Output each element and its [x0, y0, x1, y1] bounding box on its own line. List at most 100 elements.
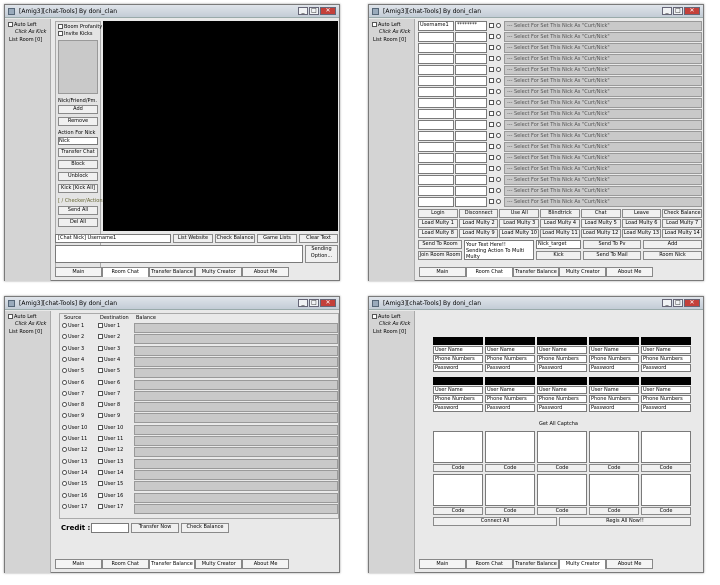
source-radio-row[interactable]: User 17	[62, 503, 87, 510]
close-button[interactable]: ✕	[684, 299, 700, 307]
phone-field[interactable]: Phone Numbers	[641, 395, 691, 403]
load-multy-button[interactable]: Load Multy 3	[499, 219, 540, 228]
tab-transfer-balance[interactable]: Transfer Balance	[512, 559, 560, 569]
code-input[interactable]: Code	[433, 507, 483, 515]
source-radio-row[interactable]: User 1	[62, 323, 84, 329]
destination-check-row[interactable]: User 5	[98, 368, 120, 374]
username-field[interactable]	[418, 54, 454, 64]
source-radio[interactable]	[62, 436, 67, 441]
select-nick-row[interactable]: --- Select For Set This Nick As "Curt/Ni…	[504, 76, 702, 86]
destination-check-row[interactable]: User 9	[98, 413, 120, 419]
password-field[interactable]	[455, 87, 487, 97]
user-name-field[interactable]: User Name	[641, 386, 691, 394]
list-room-label[interactable]: List Room [0]	[373, 37, 406, 43]
source-radio[interactable]	[62, 379, 67, 385]
auto-left-checkbox[interactable]	[372, 22, 377, 27]
select-nick-row[interactable]: --- Select For Set This Nick As "Curt/Ni…	[504, 32, 702, 42]
username-field[interactable]	[418, 87, 454, 97]
use-checkbox[interactable]	[489, 34, 494, 39]
destination-checkbox[interactable]	[98, 469, 103, 475]
add-button[interactable]: Add	[58, 105, 98, 114]
destination-checkbox[interactable]	[98, 492, 103, 498]
phone-field[interactable]: Phone Numbers	[433, 395, 483, 403]
list-room-label[interactable]: List Room [0]	[9, 329, 42, 335]
user-name-field[interactable]: User Name	[641, 346, 691, 354]
action-button-chat[interactable]: Chat	[580, 209, 621, 218]
phone-field[interactable]: Phone Numbers	[589, 395, 639, 403]
use-checkbox[interactable]	[489, 89, 494, 94]
load-multy-button[interactable]: Load Multy 12	[580, 229, 621, 238]
source-radio-row[interactable]: User 2	[62, 334, 84, 340]
invite-kicks-checkbox[interactable]	[58, 31, 63, 36]
username-field[interactable]	[418, 164, 454, 174]
credit-input[interactable]	[91, 523, 129, 533]
load-multy-button[interactable]: Load Multy 11	[540, 229, 580, 238]
password-field[interactable]: Password	[537, 364, 587, 372]
password-field[interactable]	[455, 98, 487, 108]
use-checkbox[interactable]	[489, 144, 494, 149]
destination-check-row[interactable]: User 8	[98, 402, 120, 408]
check-balance-button[interactable]: Check Balance	[181, 523, 229, 533]
action-button-leave[interactable]: Leave	[621, 209, 662, 218]
tab-room-chat[interactable]: Room Chat	[101, 559, 149, 569]
load-multy-button[interactable]: Load Multy 14	[662, 229, 702, 238]
use-checkbox[interactable]	[489, 188, 494, 193]
tab-room-chat[interactable]: Room Chat	[465, 559, 513, 569]
block-button[interactable]: Block	[58, 160, 98, 169]
phone-field[interactable]: Phone Numbers	[537, 355, 587, 363]
source-radio-row[interactable]: User 13	[62, 458, 87, 465]
user-name-field[interactable]: User Name	[537, 346, 587, 354]
source-radio[interactable]	[62, 458, 67, 464]
username-field[interactable]	[418, 76, 454, 86]
user-name-field[interactable]: User Name	[433, 346, 483, 354]
code-input[interactable]: Code	[589, 464, 639, 472]
select-nick-row[interactable]: --- Select For Set This Nick As "Curt/Ni…	[504, 142, 702, 152]
source-radio[interactable]	[62, 503, 67, 509]
select-nick-row[interactable]: --- Select For Set This Nick As "Curt/Ni…	[504, 153, 702, 163]
destination-checkbox[interactable]	[98, 368, 103, 374]
tab-transfer-balance[interactable]: Transfer Balance	[148, 559, 196, 569]
tab-transfer-balance[interactable]: Transfer Balance	[148, 267, 196, 277]
source-radio[interactable]	[62, 334, 67, 340]
code-input[interactable]: Code	[485, 507, 535, 515]
list-room-label[interactable]: List Room [0]	[9, 37, 42, 43]
source-radio-row[interactable]: User 15	[62, 481, 87, 487]
select-nick-row[interactable]: --- Select For Set This Nick As "Curt/Ni…	[504, 98, 702, 108]
unblock-button[interactable]: Unblock	[58, 172, 98, 181]
password-field[interactable]	[455, 131, 487, 141]
password-field[interactable]	[455, 164, 487, 174]
destination-checkbox[interactable]	[98, 458, 103, 464]
tab-transfer-balance[interactable]: Transfer Balance	[512, 267, 560, 277]
destination-check-row[interactable]: User 4	[98, 356, 120, 363]
username-field[interactable]	[418, 65, 454, 75]
username-field[interactable]	[418, 43, 454, 53]
transfer-chat-button[interactable]: Transfer Chat	[58, 148, 98, 157]
source-radio-row[interactable]: User 12	[62, 447, 87, 453]
register-all-button[interactable]: Regis All Now!!	[559, 517, 691, 526]
user-name-field[interactable]: User Name	[485, 346, 535, 354]
password-field[interactable]	[455, 109, 487, 119]
select-radio[interactable]	[496, 67, 501, 72]
destination-checkbox[interactable]	[98, 481, 103, 487]
password-field[interactable]	[455, 175, 487, 185]
select-radio[interactable]	[496, 177, 501, 182]
select-radio[interactable]	[496, 56, 501, 61]
code-input[interactable]: Code	[537, 464, 587, 472]
username-field[interactable]	[418, 120, 454, 130]
sending-option-button[interactable]: Sending Option...	[305, 245, 338, 263]
source-radio-row[interactable]: User 5	[62, 368, 84, 374]
destination-checkbox[interactable]	[98, 345, 103, 351]
join-room-button[interactable]: Join Room Room	[418, 251, 462, 260]
send-to-pv-button[interactable]: Send To Pv	[583, 240, 641, 249]
select-radio[interactable]	[496, 188, 501, 193]
select-radio[interactable]	[496, 23, 501, 28]
use-checkbox[interactable]	[489, 111, 494, 116]
password-field[interactable]: Password	[485, 364, 535, 372]
kick-button[interactable]: Kick	[536, 251, 581, 260]
destination-checkbox[interactable]	[98, 390, 103, 396]
use-checkbox[interactable]	[489, 199, 494, 204]
source-radio-row[interactable]: User 10	[62, 424, 87, 431]
chat-nick-field[interactable]: [Chat Nick] Username1	[55, 234, 171, 243]
tab-main[interactable]: Main	[55, 559, 102, 569]
username-field[interactable]	[418, 142, 454, 152]
